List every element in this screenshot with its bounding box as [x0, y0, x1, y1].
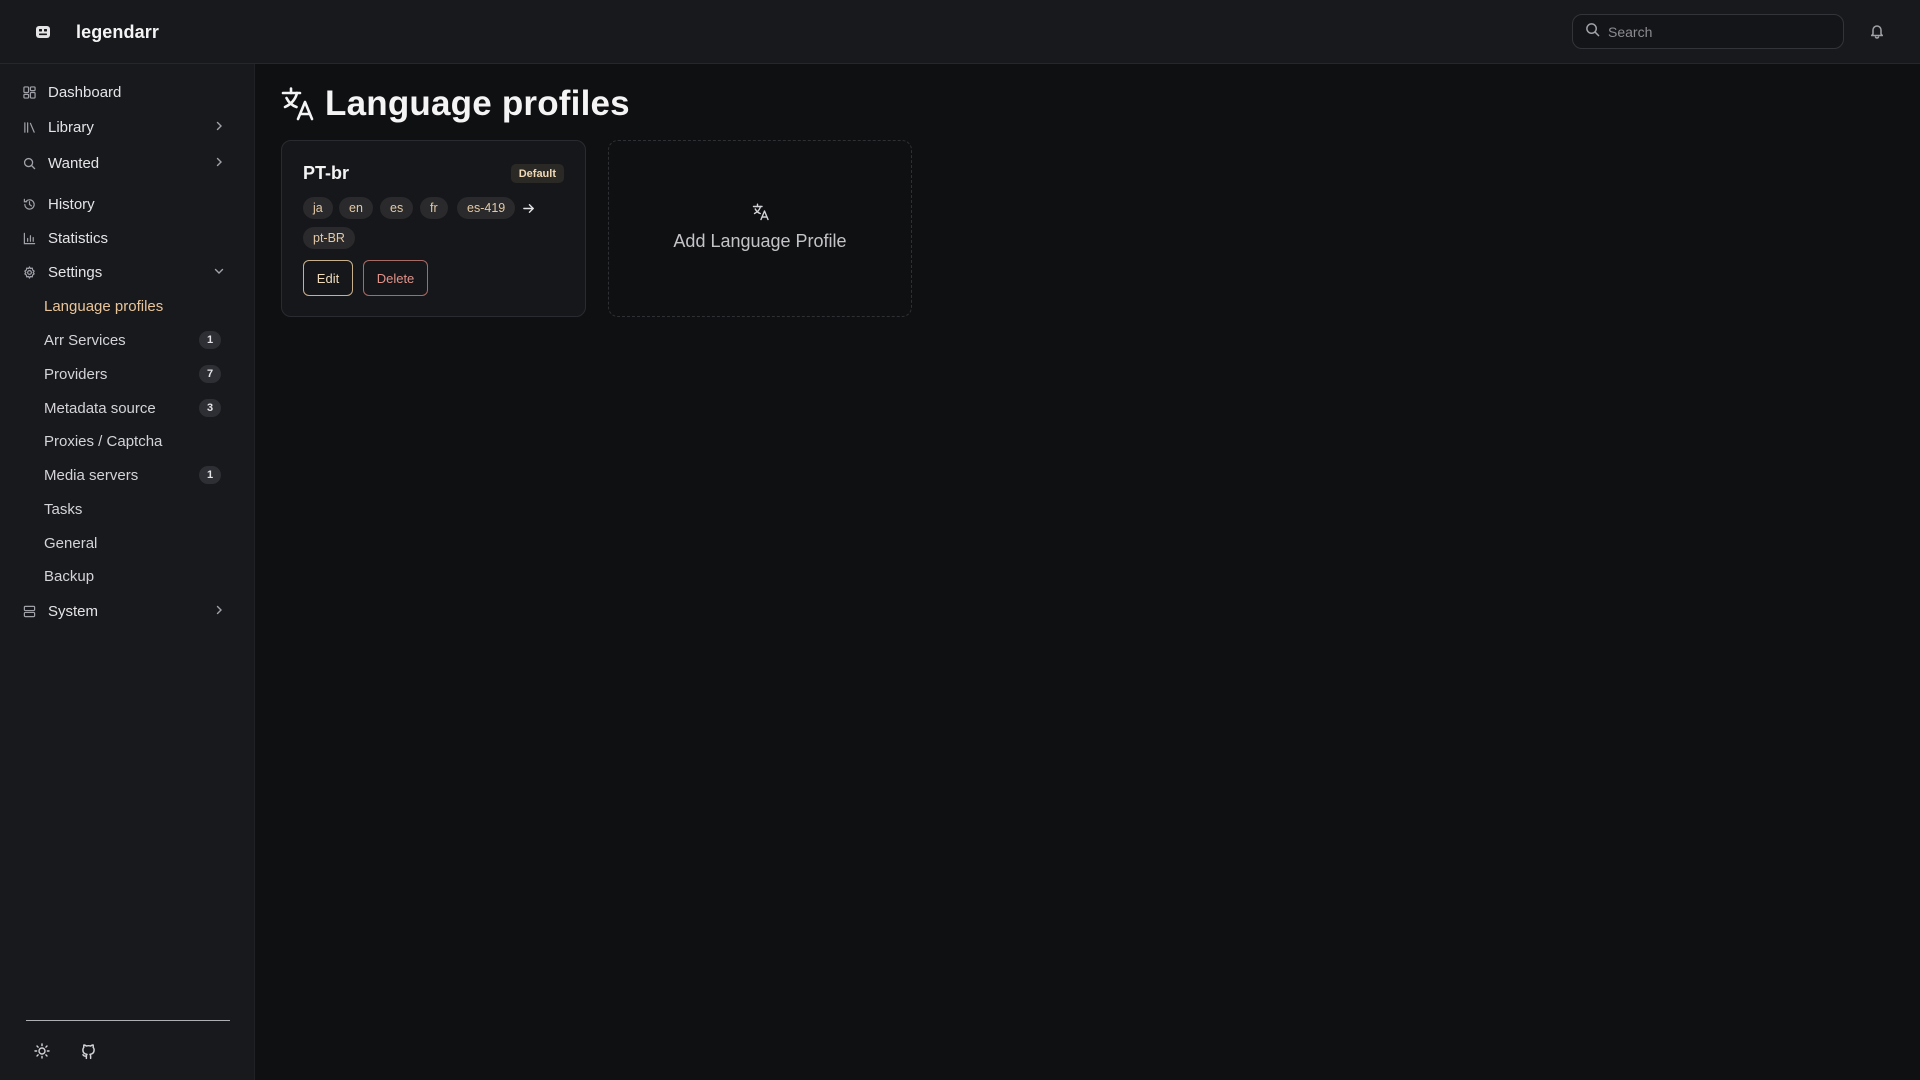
- language-chip: es: [380, 197, 414, 219]
- top-bar: legendarr: [0, 0, 1920, 64]
- sidebar-subitem-general[interactable]: General: [36, 528, 239, 558]
- sidebar-item-label: Arr Services: [44, 331, 126, 349]
- add-language-profile-label: Add Language Profile: [673, 231, 847, 251]
- sidebar-item-statistics[interactable]: Statistics: [16, 223, 239, 253]
- server-icon: [22, 604, 36, 618]
- edit-button[interactable]: Edit: [303, 260, 353, 296]
- sidebar-item-label: Wanted: [48, 154, 100, 172]
- sidebar-item-library[interactable]: Library: [16, 112, 239, 142]
- language-chip: ja: [303, 197, 333, 219]
- chevron-right-icon: [213, 604, 225, 616]
- profile-name: PT-br: [303, 163, 350, 183]
- count-badge: 7: [199, 365, 221, 383]
- sidebar-item-label: Media servers: [44, 466, 139, 484]
- sidebar-item-settings[interactable]: Settings: [16, 257, 239, 287]
- sidebar-subitem-tasks[interactable]: Tasks: [36, 494, 239, 524]
- sidebar-item-label: Proxies / Captcha: [44, 432, 163, 450]
- search-box[interactable]: [1572, 14, 1844, 49]
- count-badge: 1: [199, 331, 221, 349]
- sidebar-item-system[interactable]: System: [16, 596, 239, 626]
- brand[interactable]: legendarr: [34, 20, 159, 44]
- sidebar-item-label: System: [48, 602, 99, 620]
- gear-icon: [22, 265, 36, 279]
- sidebar-item-wanted[interactable]: Wanted: [16, 148, 239, 178]
- sidebar-item-label: Library: [48, 118, 94, 136]
- sun-icon[interactable]: [31, 1040, 53, 1062]
- sidebar-subitem-language-profiles[interactable]: Language profiles: [36, 291, 239, 321]
- dashboard-icon: [22, 85, 36, 99]
- notifications-bell-icon[interactable]: [1866, 20, 1888, 42]
- history-icon: [22, 197, 36, 211]
- search-icon: [1585, 22, 1600, 42]
- app-root: legendarr Dashboard: [0, 0, 1920, 1080]
- sidebar-subitem-proxies-captcha[interactable]: Proxies / Captcha: [36, 426, 239, 456]
- app-name: legendarr: [76, 21, 159, 42]
- sidebar-item-label: General: [44, 534, 98, 552]
- sidebar-item-history[interactable]: History: [16, 189, 239, 219]
- target-language-chip: pt-BR: [303, 227, 355, 249]
- sidebar: Dashboard Library Wanted History Statist…: [0, 64, 255, 1080]
- chevron-right-icon: [213, 156, 225, 168]
- language-chip: es-419: [457, 197, 516, 219]
- count-badge: 3: [199, 399, 221, 417]
- sidebar-subitem-metadata-source[interactable]: Metadata source 3: [36, 393, 239, 423]
- arrow-right-icon: [521, 201, 535, 215]
- translate-icon: [281, 86, 315, 122]
- sidebar-item-label: History: [48, 195, 95, 213]
- sidebar-item-label: Backup: [44, 567, 95, 585]
- sidebar-item-label: Providers: [44, 365, 108, 383]
- default-badge: Default: [510, 164, 564, 183]
- search-input[interactable]: [1608, 23, 1828, 40]
- language-profile-card: PT-br Default ja en es fr es-419 pt-BR E…: [281, 140, 586, 317]
- chevron-right-icon: [213, 120, 225, 132]
- sidebar-item-label: Settings: [48, 263, 103, 281]
- translate-icon: [752, 203, 770, 221]
- sidebar-subitem-arr-services[interactable]: Arr Services 1: [36, 325, 239, 355]
- sidebar-subitem-providers[interactable]: Providers 7: [36, 359, 239, 389]
- bar-chart-icon: [22, 231, 36, 245]
- count-badge: 1: [199, 466, 221, 484]
- page-title: Language profiles: [281, 80, 630, 128]
- chevron-down-icon: [213, 265, 225, 277]
- language-chip: fr: [420, 197, 448, 219]
- sidebar-subitem-media-servers[interactable]: Media servers 1: [36, 460, 239, 490]
- github-icon[interactable]: [77, 1040, 99, 1062]
- sidebar-item-label: Metadata source: [44, 399, 156, 417]
- delete-button[interactable]: Delete: [363, 260, 428, 296]
- sidebar-item-label: Statistics: [48, 229, 109, 247]
- sidebar-item-label: Dashboard: [48, 83, 122, 101]
- library-icon: [22, 120, 36, 134]
- search-icon: [22, 156, 36, 170]
- language-chip: en: [339, 197, 373, 219]
- sidebar-divider: [26, 1020, 230, 1021]
- add-language-profile-card[interactable]: Add Language Profile: [608, 140, 912, 317]
- sidebar-item-dashboard[interactable]: Dashboard: [16, 77, 239, 107]
- sidebar-subitem-backup[interactable]: Backup: [36, 561, 239, 591]
- sidebar-item-label: Language profiles: [44, 297, 164, 315]
- page-heading: Language profiles: [325, 84, 630, 123]
- sidebar-item-label: Tasks: [44, 500, 83, 518]
- app-logo-icon: [34, 23, 52, 41]
